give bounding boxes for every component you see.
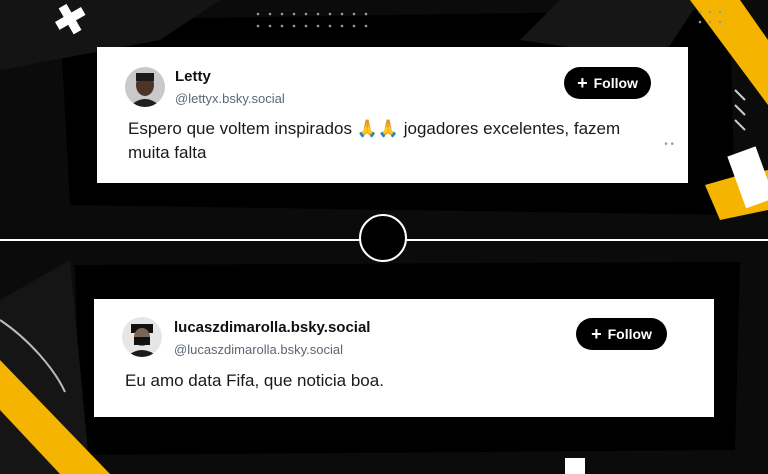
avatar-image bbox=[122, 317, 162, 357]
author-name[interactable]: Letty bbox=[175, 68, 211, 85]
avatar[interactable] bbox=[125, 67, 165, 107]
plus-icon: + bbox=[577, 73, 588, 93]
follow-button[interactable]: + Follow bbox=[564, 67, 651, 99]
post-text: Eu amo data Fifa, que noticia boa. bbox=[125, 371, 384, 390]
post-text: Espero que voltem inspirados 🙏🙏 jogadore… bbox=[128, 119, 621, 162]
avatar-image bbox=[125, 67, 165, 107]
follow-label: Follow bbox=[593, 75, 638, 91]
divider-circle bbox=[359, 214, 407, 262]
post-card: Letty @lettyx.bsky.social + Follow Esper… bbox=[97, 47, 688, 183]
plus-icon: + bbox=[591, 324, 602, 344]
avatar[interactable] bbox=[122, 317, 162, 357]
follow-button[interactable]: + Follow bbox=[576, 318, 667, 350]
author-handle[interactable]: @lettyx.bsky.social bbox=[175, 91, 285, 106]
post-card: lucaszdimarolla.bsky.social @lucaszdimar… bbox=[94, 299, 714, 417]
author-name[interactable]: lucaszdimarolla.bsky.social bbox=[174, 319, 370, 336]
follow-label: Follow bbox=[607, 326, 652, 342]
more-dots-icon: • • bbox=[664, 139, 674, 150]
author-handle[interactable]: @lucaszdimarolla.bsky.social bbox=[174, 342, 343, 357]
